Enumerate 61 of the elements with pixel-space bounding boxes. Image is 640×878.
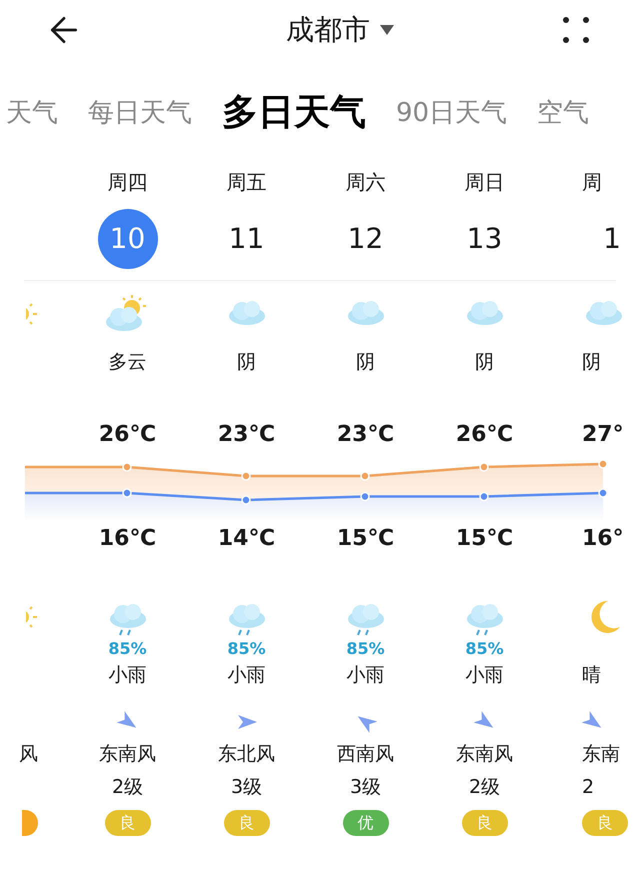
condition-label: 晴 (582, 662, 601, 688)
low-temperature: 16℃ (98, 524, 156, 552)
wind-direction: 西南风 (337, 742, 394, 767)
date-button[interactable]: 10 (98, 209, 158, 269)
weather-label: 阴 (356, 350, 375, 375)
air-quality-badge: 优 (342, 810, 388, 836)
high-temperature: 27° (582, 420, 624, 448)
condition-label: 小雨 (346, 662, 384, 688)
rain-chance: 85% (465, 638, 504, 660)
tab[interactable]: 每日天气 (88, 94, 192, 132)
city-selector[interactable]: 成都市 (286, 9, 394, 51)
rain-chance: 85% (108, 638, 147, 660)
wind-direction: 东南风 (99, 742, 156, 767)
sun-icon (26, 605, 38, 629)
air-quality-badge: 良 (462, 810, 508, 836)
weather-label: 多云 (108, 350, 146, 375)
low-temperature: 15℃ (336, 524, 394, 552)
tab[interactable]: 多日天气 (222, 86, 366, 140)
wind-direction: 东南 (582, 742, 620, 767)
caret-down-icon (380, 25, 394, 35)
date-button[interactable]: 12 (336, 209, 396, 269)
city-title: 成都市 (286, 12, 370, 48)
wind-direction: 东北风 (218, 742, 275, 767)
wind-level: 2 (582, 774, 594, 800)
sun-icon (26, 302, 38, 326)
date-button[interactable]: 1 (582, 209, 640, 269)
tab[interactable]: 90日天气 (396, 94, 508, 132)
condition-label: 小雨 (228, 662, 266, 688)
wind-direction: 东南风 (456, 742, 513, 767)
high-temperature: 23℃ (336, 420, 394, 448)
high-temperature: 26℃ (456, 420, 514, 448)
four-dots-icon (562, 16, 590, 44)
tab[interactable]: 空气 (537, 94, 590, 132)
weekday-label: 周五 (226, 169, 266, 196)
wind-level: 3级 (350, 774, 382, 800)
rain-chance: 85% (227, 638, 266, 660)
weekday-label: 周 (582, 169, 602, 196)
wind-level: 3级 (230, 774, 262, 800)
high-temperature: 26℃ (98, 420, 156, 448)
air-quality-badge: 良 (582, 810, 628, 836)
weather-label: 阴 (475, 350, 494, 375)
date-button[interactable]: 13 (454, 209, 514, 269)
wind-level: 2级 (468, 774, 500, 800)
weekday-label: 周四 (108, 169, 148, 196)
weekday-label: 周六 (346, 169, 386, 196)
air-quality-badge: 良 (104, 810, 150, 836)
condition-label: 小雨 (466, 662, 504, 688)
tab[interactable]: 天气 (6, 94, 58, 132)
low-temperature: 14℃ (218, 524, 276, 552)
date-button[interactable]: 11 (216, 209, 276, 269)
rain-chance: 85% (346, 638, 385, 660)
weather-label: 阴 (582, 350, 601, 375)
low-temperature: 15℃ (456, 524, 514, 552)
weekday-label: 周日 (464, 169, 504, 196)
wind-level: 2级 (112, 774, 144, 800)
air-quality-badge: 良 (224, 810, 270, 836)
low-temperature: 16° (582, 524, 624, 552)
high-temperature: 23℃ (218, 420, 276, 448)
wind-direction: 风 (19, 742, 38, 767)
weather-label: 阴 (237, 350, 256, 375)
condition-label: 小雨 (108, 662, 146, 688)
